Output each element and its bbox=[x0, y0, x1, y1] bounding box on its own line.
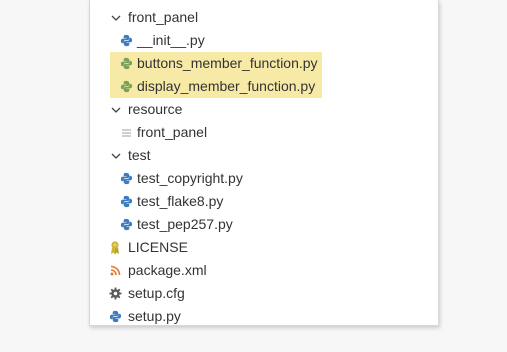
python-file-icon bbox=[107, 305, 123, 328]
folder-label: test bbox=[128, 147, 151, 163]
tree-folder-test[interactable]: test bbox=[90, 144, 438, 167]
folder-label: resource bbox=[128, 101, 183, 117]
tree-file-buttons-member-function[interactable]: buttons_member_function.py bbox=[90, 52, 318, 75]
file-label: test_pep257.py bbox=[137, 216, 233, 232]
file-explorer-panel: front_panel __init__.py buttons_member_f… bbox=[89, 0, 439, 326]
tree-file-display-member-function[interactable]: display_member_function.py bbox=[90, 75, 315, 98]
file-label: buttons_member_function.py bbox=[137, 55, 318, 71]
file-label: test_copyright.py bbox=[137, 170, 243, 186]
chevron-down-icon bbox=[108, 98, 124, 121]
tree-file-test-pep257[interactable]: test_pep257.py bbox=[90, 213, 438, 236]
folder-label: front_panel bbox=[128, 9, 199, 25]
highlighted-files-group: buttons_member_function.py display_membe… bbox=[110, 52, 322, 98]
tree-file-setup-cfg[interactable]: setup.cfg bbox=[90, 282, 438, 305]
python-file-icon bbox=[118, 190, 134, 213]
file-label: front_panel bbox=[137, 124, 208, 140]
file-label: setup.py bbox=[128, 308, 181, 324]
python-file-icon bbox=[118, 29, 134, 52]
file-label: display_member_function.py bbox=[137, 78, 316, 94]
tree-file-test-copyright[interactable]: test_copyright.py bbox=[90, 167, 438, 190]
tree-file-package-xml[interactable]: package.xml bbox=[90, 259, 438, 282]
file-label: test_flake8.py bbox=[137, 193, 224, 209]
file-label: __init__.py bbox=[137, 32, 205, 48]
tree-file-license[interactable]: LICENSE bbox=[90, 236, 438, 259]
python-file-icon bbox=[118, 52, 134, 75]
file-label: LICENSE bbox=[128, 239, 188, 255]
python-file-icon bbox=[118, 75, 134, 98]
tree-file-resource-front-panel[interactable]: front_panel bbox=[90, 121, 438, 144]
tree-file-setup-py[interactable]: setup.py bbox=[90, 305, 438, 328]
python-file-icon bbox=[118, 213, 134, 236]
tree-folder-resource[interactable]: resource bbox=[90, 98, 438, 121]
file-label: setup.cfg bbox=[128, 285, 185, 301]
tree-file-test-flake8[interactable]: test_flake8.py bbox=[90, 190, 438, 213]
chevron-down-icon bbox=[108, 144, 124, 167]
rss-icon bbox=[107, 259, 123, 282]
license-icon bbox=[107, 236, 123, 259]
chevron-down-icon bbox=[108, 6, 124, 29]
tree-folder-front-panel[interactable]: front_panel bbox=[90, 6, 438, 29]
file-tree: front_panel __init__.py buttons_member_f… bbox=[90, 6, 438, 328]
gear-icon bbox=[107, 282, 123, 305]
file-label: package.xml bbox=[128, 262, 207, 278]
python-file-icon bbox=[118, 167, 134, 190]
tree-file-init[interactable]: __init__.py bbox=[90, 29, 438, 52]
text-file-icon bbox=[118, 121, 134, 144]
